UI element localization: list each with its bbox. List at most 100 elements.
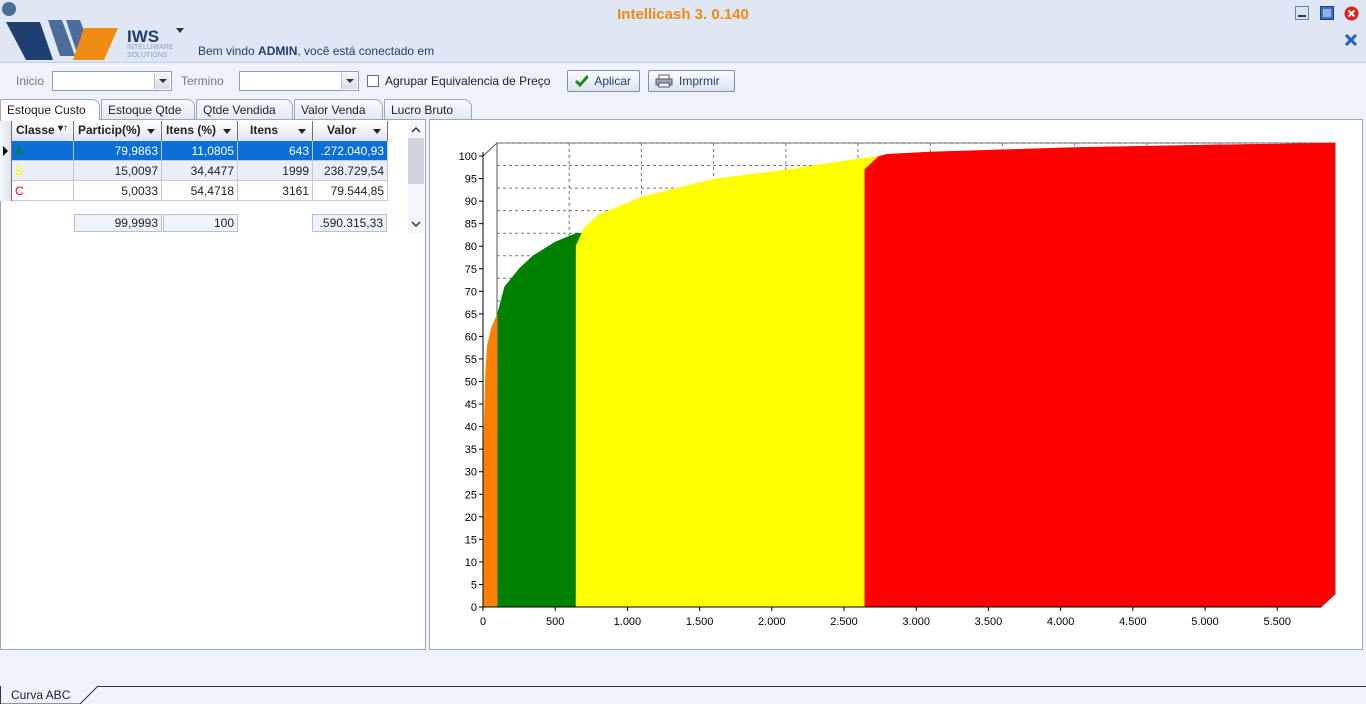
- welcome-user: ADMIN: [258, 44, 298, 58]
- grid-header: Classe ▾↑ Particip(%) Itens (%) Itens Va…: [12, 121, 388, 142]
- sort-icon: ▾↑: [58, 123, 69, 134]
- inicio-date-combo[interactable]: [52, 71, 172, 91]
- cell-itens[interactable]: 643: [238, 141, 313, 161]
- series-area: [864, 156, 1321, 607]
- y-tick-label: 10: [465, 557, 477, 569]
- y-tick-label: 90: [465, 196, 477, 208]
- cell-itens-pct[interactable]: 54,4718: [162, 181, 238, 201]
- row-indicator-column: [0, 121, 12, 201]
- agrupar-checkbox[interactable]: [367, 75, 379, 87]
- tab-estoque-qtde[interactable]: Estoque Qtde: [101, 99, 195, 119]
- x-tick-label: 1.500: [686, 616, 714, 628]
- tab-valor-venda[interactable]: Valor Venda: [294, 99, 383, 119]
- col-header-itens-pct[interactable]: Itens (%): [162, 121, 238, 141]
- current-row-indicator-icon: [3, 146, 8, 156]
- abc-curve-chart: 0 5 10 15 20 25 30 35 40 45 50 55 60 65 70 75 80 85 90 95 10…: [459, 141, 1337, 628]
- col-particip-label: Particip(%): [78, 123, 141, 137]
- col-header-particip[interactable]: Particip(%): [74, 121, 162, 141]
- cell-particip[interactable]: 5,0033: [74, 181, 162, 201]
- table-row[interactable]: C 5,0033 54,4718 3161 79.544,85: [12, 181, 388, 201]
- cell-classe[interactable]: C: [12, 181, 74, 201]
- y-tick-label: 35: [465, 444, 477, 456]
- cell-classe[interactable]: A: [12, 141, 74, 161]
- cell-valor[interactable]: 79.544,85: [313, 181, 388, 201]
- y-tick-label: 70: [465, 286, 477, 298]
- minimize-button[interactable]: [1295, 6, 1309, 20]
- col-itens-label: Itens: [250, 123, 279, 137]
- maximize-button[interactable]: [1320, 6, 1334, 20]
- menu-dropdown-icon[interactable]: [176, 28, 184, 33]
- col-header-classe[interactable]: Classe ▾↑: [12, 121, 74, 141]
- y-tick-label: 60: [465, 331, 477, 343]
- chevron-down-icon[interactable]: [341, 73, 357, 89]
- checkmark-icon: [574, 75, 589, 88]
- brand-sub-line1: INTELLIWARE: [127, 44, 174, 51]
- y-tick-label: 65: [465, 309, 477, 321]
- y-tick-label: 20: [465, 512, 477, 524]
- tab-estoque-custo[interactable]: Estoque Custo: [0, 99, 100, 120]
- cell-itens[interactable]: 1999: [238, 161, 313, 181]
- app-title: Intellicash 3. 0.140: [617, 6, 749, 23]
- brand-subtitle: INTELLIWARE SOLUTIONS: [127, 44, 173, 60]
- welcome-prefix: Bem vindo: [198, 44, 259, 58]
- termino-label: Termino: [181, 74, 224, 88]
- grid-vertical-scrollbar[interactable]: [408, 121, 424, 233]
- y-tick-label: 5: [471, 579, 477, 591]
- tab-curva-abc-label: Curva ABC: [11, 688, 71, 702]
- col-header-valor[interactable]: Valor: [313, 121, 388, 141]
- col-header-itens[interactable]: Itens: [238, 121, 313, 141]
- chevron-down-icon[interactable]: [154, 73, 170, 89]
- cell-valor[interactable]: .272.040,93: [313, 141, 388, 161]
- close-button[interactable]: [1344, 6, 1359, 21]
- total-valor: .590.315,33: [312, 214, 387, 232]
- y-tick-label: 30: [465, 467, 477, 479]
- close-form-icon[interactable]: [1344, 33, 1358, 47]
- termino-date-combo[interactable]: [239, 71, 359, 91]
- x-tick-label: 0: [480, 616, 486, 628]
- col-classe-label: Classe: [16, 123, 55, 137]
- scroll-down-icon: [411, 221, 421, 228]
- series-area: [575, 169, 865, 607]
- tab-lucro-bruto[interactable]: Lucro Bruto: [384, 99, 472, 119]
- y-tick-label: 55: [465, 354, 477, 366]
- cell-itens[interactable]: 3161: [238, 181, 313, 201]
- cell-itens-pct[interactable]: 34,4477: [162, 161, 238, 181]
- col-valor-label: Valor: [327, 123, 357, 137]
- y-tick-label: 50: [465, 377, 477, 389]
- filter-dropdown-icon[interactable]: [223, 129, 231, 134]
- filter-dropdown-icon[interactable]: [147, 129, 155, 134]
- y-tick-label: 0: [471, 602, 477, 614]
- printer-icon: [655, 74, 673, 88]
- x-tick-label: 3.000: [902, 616, 930, 628]
- cell-valor[interactable]: 238.729,54: [313, 161, 388, 181]
- table-row[interactable]: A 79,9863 11,0805 643.272.040,93: [12, 141, 388, 161]
- y-tick-label: 40: [465, 422, 477, 434]
- x-tick-label: 5.500: [1263, 616, 1291, 628]
- brand-sub-line2: SOLUTIONS: [127, 52, 168, 59]
- cell-itens-pct[interactable]: 11,0805: [162, 141, 238, 161]
- x-tick-label: 2.500: [830, 616, 858, 628]
- filter-dropdown-icon[interactable]: [373, 129, 381, 134]
- cell-particip[interactable]: 79,9863: [74, 141, 162, 161]
- series-area-top: [482, 422, 499, 608]
- series-area-side: [1321, 143, 1335, 607]
- welcome-text: Bem vindo ADMIN, você está conectado em: [198, 44, 434, 58]
- tab-curva-abc[interactable]: Curva ABC: [0, 686, 99, 704]
- y-tick-label: 95: [465, 174, 477, 186]
- x-tick-label: 3.500: [975, 616, 1003, 628]
- cell-particip[interactable]: 15,0097: [74, 161, 162, 181]
- filter-dropdown-icon[interactable]: [298, 129, 306, 134]
- table-row[interactable]: B 15,0097 34,4477 1999 238.729,54: [12, 161, 388, 181]
- tab-qtde-vendida[interactable]: Qtde Vendida: [196, 99, 293, 119]
- scroll-up-icon: [411, 126, 421, 133]
- y-tick-label: 85: [465, 219, 477, 231]
- aplicar-button[interactable]: Aplicar: [567, 70, 640, 92]
- y-tick-label: 75: [465, 264, 477, 276]
- total-particip: 99,9993: [74, 214, 162, 232]
- x-tick-label: 4.500: [1119, 616, 1147, 628]
- cell-classe[interactable]: B: [12, 161, 74, 181]
- aplicar-label: Aplicar: [594, 74, 631, 88]
- inicio-label: Inicio: [16, 74, 45, 88]
- x-tick-label: 500: [546, 616, 564, 628]
- imprimir-button[interactable]: Imprmir: [648, 70, 735, 92]
